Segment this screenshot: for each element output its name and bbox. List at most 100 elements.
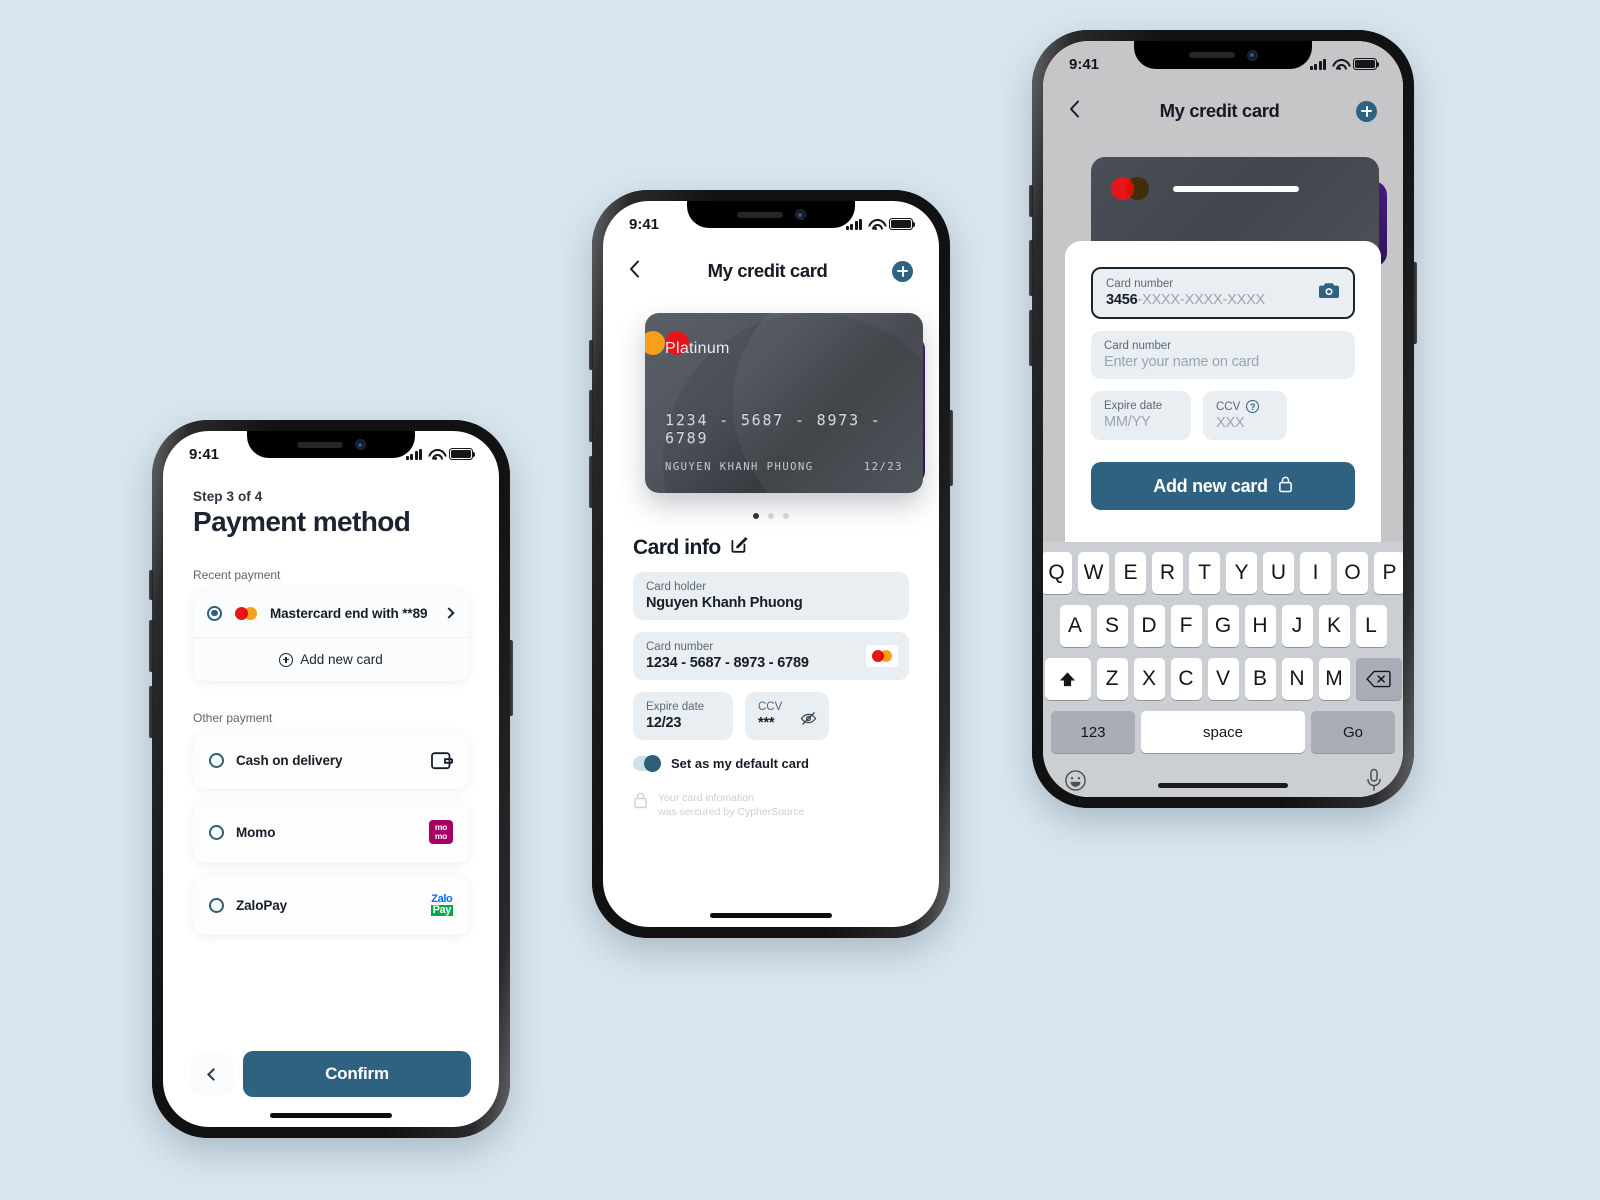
key-b[interactable]: B [1244,658,1276,700]
carousel-dot-1[interactable] [753,513,759,519]
back-button[interactable] [191,1053,233,1095]
field-row-expiry-ccv: Expire date 12/23 CCV *** [633,692,909,740]
key-m[interactable]: M [1318,658,1350,700]
key-go[interactable]: Go [1311,711,1395,753]
key-numbers[interactable]: 123 [1051,711,1135,753]
key-space[interactable]: space [1141,711,1305,753]
payment-option-cash-on-delivery[interactable]: Cash on delivery [193,732,469,789]
field-card-number[interactable]: Card number 3456-XXXX-XXXX-XXXX [1091,267,1355,319]
backspace-icon[interactable] [1355,658,1402,700]
carousel-dots[interactable] [603,513,939,519]
card-number-mask: -XXXX-XXXX-XXXX [1137,292,1266,308]
status-time: 9:41 [189,445,220,463]
field-ccv[interactable]: CCV *** [745,692,829,740]
default-card-toggle[interactable] [633,755,661,772]
nav-bar: My credit card [1043,87,1403,135]
battery-icon [1353,58,1380,70]
emoji-icon[interactable] [1064,769,1087,797]
lock-icon [1278,475,1293,498]
payment-method-body: Step 3 of 4 Payment method Recent paymen… [163,431,499,1127]
key-k[interactable]: K [1318,605,1350,647]
carousel-dot-3[interactable] [783,513,789,519]
default-card-toggle-row[interactable]: Set as my default card [633,755,909,772]
add-new-card-button[interactable]: Add new card [193,638,469,681]
eye-off-icon[interactable] [800,711,817,731]
phone-my-credit-card: 9:41 My credit card Platinum 1234 - 5687… [589,190,953,938]
key-e[interactable]: E [1115,552,1146,594]
field-card-holder-name[interactable]: Card number Enter your name on card [1091,331,1355,379]
credit-card-front[interactable]: Platinum 1234 - 5687 - 8973 - 6789 NGUYE… [645,313,923,493]
back-button[interactable] [629,260,643,283]
key-p[interactable]: P [1374,552,1403,594]
payment-option-zalopay[interactable]: ZaloPay Zalo Pay [193,875,469,935]
key-q[interactable]: Q [1043,552,1072,594]
secure-note-line1: Your card infomation [658,792,754,804]
section-title: Card info [633,535,721,559]
key-u[interactable]: U [1263,552,1294,594]
key-n[interactable]: N [1281,658,1313,700]
key-i[interactable]: I [1300,552,1331,594]
key-c[interactable]: C [1170,658,1202,700]
key-w[interactable]: W [1078,552,1109,594]
card-carousel[interactable]: Platinum 1234 - 5687 - 8973 - 6789 NGUYE… [603,313,939,503]
field-ccv[interactable]: CCV ? XXX [1203,391,1287,440]
card-placeholder-bar [1173,186,1299,192]
card-brand-name: Platinum [665,340,730,357]
card-info-section: Card info Card holder Nguyen Khanh Phuon… [603,535,939,927]
key-l[interactable]: L [1355,605,1387,647]
key-d[interactable]: D [1133,605,1165,647]
radio-cash-on-delivery[interactable] [209,753,224,768]
field-expire-date[interactable]: Expire date 12/23 [633,692,733,740]
recent-payment-group: Mastercard end with **89 Add new card [193,589,469,681]
radio-zalopay[interactable] [209,897,224,913]
zalopay-logo-bottom: Pay [430,904,453,916]
microphone-icon[interactable] [1366,768,1382,797]
back-button[interactable] [1069,100,1083,123]
key-o[interactable]: O [1337,552,1368,594]
mastercard-logo [1111,177,1149,200]
other-payment-label: Other payment [193,711,273,725]
radio-mastercard[interactable] [207,605,222,621]
key-j[interactable]: J [1281,605,1313,647]
add-new-card-button[interactable]: Add new card [1091,462,1355,510]
key-s[interactable]: S [1096,605,1128,647]
add-new-card-label: Add new card [1153,475,1268,496]
key-x[interactable]: X [1133,658,1165,700]
keyboard-row-2: A S D F G H J K L [1046,605,1400,647]
onscreen-keyboard[interactable]: Q W E R T Y U I O P A S D F G H J K L Z … [1043,542,1403,797]
payment-option-momo[interactable]: Momo mo mo [193,801,469,863]
add-card-button[interactable] [892,260,913,282]
key-h[interactable]: H [1244,605,1276,647]
plus-circle-icon [279,652,294,667]
chevron-right-icon[interactable] [443,607,455,619]
confirm-button[interactable]: Confirm [243,1051,471,1097]
key-t[interactable]: T [1189,552,1220,594]
mastercard-logo [233,604,259,622]
front-camera [1246,49,1258,61]
field-expire-date[interactable]: Expire date MM/YY [1091,391,1191,440]
key-g[interactable]: G [1207,605,1239,647]
camera-icon[interactable] [1318,281,1340,305]
home-indicator [1158,783,1288,788]
carousel-dot-2[interactable] [768,513,774,519]
shift-icon[interactable] [1044,658,1091,700]
radio-momo[interactable] [209,824,224,840]
key-v[interactable]: V [1207,658,1239,700]
payment-option-mastercard[interactable]: Mastercard end with **89 [193,589,469,637]
payment-option-label: Momo [236,824,276,840]
key-z[interactable]: Z [1096,658,1128,700]
key-f[interactable]: F [1170,605,1202,647]
field-label: Card holder [646,581,707,593]
field-card-holder[interactable]: Card holder Nguyen Khanh Phuong [633,572,909,620]
key-r[interactable]: R [1152,552,1183,594]
field-label: Card number [646,641,714,653]
add-card-button[interactable] [1356,100,1377,122]
key-a[interactable]: A [1059,605,1091,647]
edit-icon[interactable] [730,535,749,560]
key-y[interactable]: Y [1226,552,1257,594]
screenshot-canvas: 9:41 Step 3 of 4 Payment method Recent p… [0,0,1600,1200]
field-card-number[interactable]: Card number 1234 - 5687 - 8973 - 6789 [633,632,909,680]
step-indicator: Step 3 of 4 [193,489,263,504]
earpiece-speaker [296,441,343,448]
help-icon[interactable]: ? [1246,400,1260,413]
